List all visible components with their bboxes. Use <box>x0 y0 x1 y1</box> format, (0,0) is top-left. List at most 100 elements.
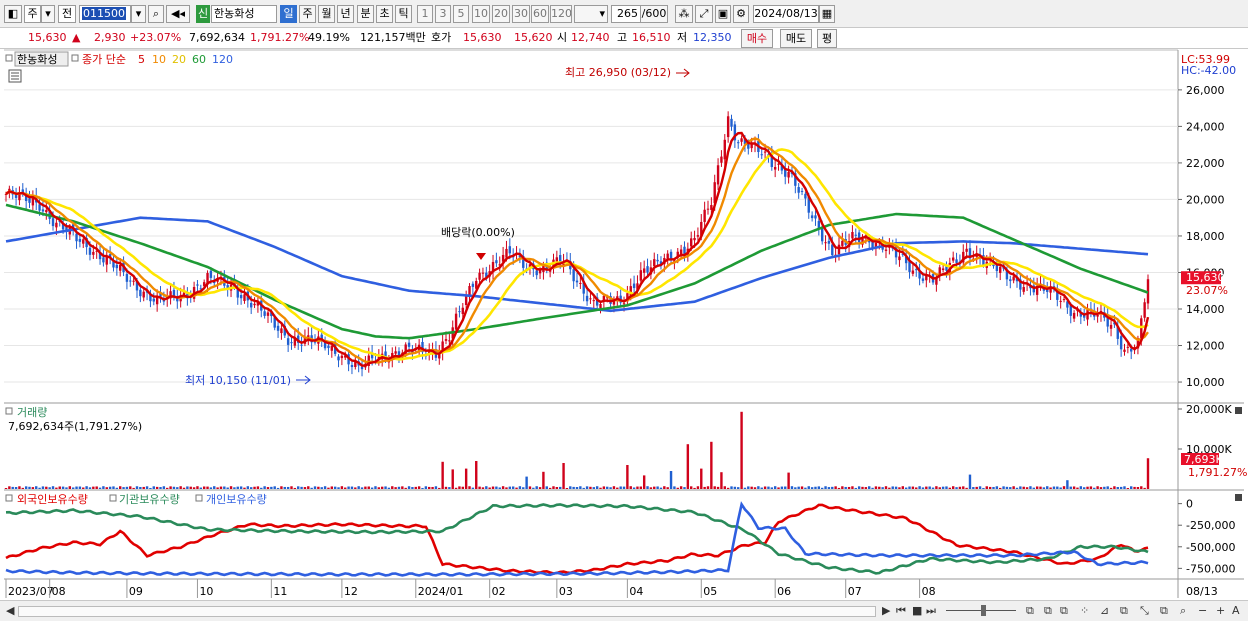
fibonacci-icon[interactable]: ⊿ <box>1100 603 1109 619</box>
zoom-in-icon[interactable]: + <box>1216 603 1225 619</box>
first-page-icon[interactable]: ⏮ <box>896 603 906 619</box>
interval-1[interactable]: 1 <box>417 5 433 23</box>
legend-checkbox[interactable] <box>5 54 13 62</box>
volume-bar <box>1049 487 1052 489</box>
average-button[interactable]: 평 <box>817 29 837 48</box>
interval-120[interactable]: 120 <box>550 5 572 23</box>
volume-bar <box>249 487 253 489</box>
interval-60[interactable]: 60 <box>531 5 549 23</box>
volume-bar <box>690 486 693 489</box>
volume-bar <box>995 486 999 489</box>
period-second[interactable]: 초 <box>376 5 393 23</box>
period-day[interactable]: 일 <box>280 5 297 23</box>
volume-bar <box>538 487 542 489</box>
interval-30[interactable]: 30 <box>512 5 530 23</box>
code-dropdown-icon[interactable]: ▾ <box>131 5 146 23</box>
horizontal-scrollbar[interactable] <box>18 606 876 617</box>
volume-bar <box>988 486 992 489</box>
interval-dropdown[interactable]: ▾ <box>574 5 608 23</box>
ma-legend-prefix: 종가 단순 <box>82 53 126 66</box>
market-select[interactable]: 주 <box>24 5 41 23</box>
scroll-left-icon[interactable]: ◀ <box>6 603 14 619</box>
volume-bar <box>1099 487 1103 489</box>
volume-bar <box>189 486 192 489</box>
volume-bar <box>659 487 663 489</box>
volume-bar <box>491 486 495 489</box>
legend-checkbox[interactable] <box>195 494 203 502</box>
volume-bar <box>626 465 629 489</box>
volume-bar <box>653 486 656 489</box>
zoom-icon[interactable]: ⌕ <box>1180 603 1186 619</box>
panel-close-icon[interactable] <box>1235 407 1242 414</box>
legend-checkbox[interactable] <box>5 407 13 415</box>
interval-10[interactable]: 10 <box>472 5 490 23</box>
search-icon[interactable]: ⌕ <box>148 5 164 23</box>
candle-body <box>471 283 475 287</box>
volume-title: 거래량 <box>17 406 47 419</box>
stop-icon[interactable]: ■ <box>912 603 922 619</box>
legend-checkbox[interactable] <box>109 494 117 502</box>
window-menu-icon[interactable]: ◧ <box>4 5 22 23</box>
count-input[interactable]: 265 <box>611 5 641 23</box>
period-week[interactable]: 주 <box>299 5 316 23</box>
legend-checkbox[interactable] <box>71 54 79 62</box>
volume-bar <box>616 487 619 489</box>
candle-body <box>710 205 713 210</box>
gear-icon[interactable]: ⚙ <box>733 5 749 23</box>
interval-5[interactable]: 5 <box>453 5 469 23</box>
candle-body <box>88 247 92 255</box>
buy-button[interactable]: 매수 <box>741 29 773 48</box>
scroll-right-icon[interactable]: ▶ <box>882 603 890 619</box>
volume-bar <box>424 486 428 489</box>
layout-icon[interactable]: ⧉ <box>1026 603 1034 619</box>
crosshair-icon[interactable]: ⁘ <box>1080 603 1089 619</box>
market-dropdown-icon[interactable]: ▾ <box>41 5 55 23</box>
layout-icon[interactable]: ⧉ <box>1160 603 1168 619</box>
volume-bar <box>102 486 105 489</box>
text-tool-icon[interactable]: A <box>1232 603 1240 619</box>
stock-code-input[interactable]: 011500 <box>79 5 131 23</box>
zoom-slider-handle[interactable] <box>981 605 986 616</box>
date-input[interactable]: 2024/08/13 <box>753 5 819 23</box>
volume-bar <box>871 487 874 489</box>
panel-close-icon[interactable] <box>1235 494 1242 501</box>
candle-body <box>726 116 730 138</box>
save-icon[interactable]: ▣ <box>715 5 731 23</box>
volume-bar <box>14 487 18 489</box>
period-minute[interactable]: 분 <box>357 5 374 23</box>
tools-icon[interactable]: ⁂ <box>675 5 693 23</box>
candle-body <box>747 144 750 149</box>
stock-name-field[interactable]: 한농화성 <box>211 5 277 23</box>
draw-icon[interactable]: ⤢ <box>695 5 713 23</box>
x-tick-label: 06 <box>777 585 791 598</box>
volume-bar <box>595 486 599 489</box>
candle-body <box>407 342 411 347</box>
volume-bar <box>1119 486 1123 489</box>
interval-20[interactable]: 20 <box>492 5 510 23</box>
period-tick[interactable]: 틱 <box>395 5 412 23</box>
trend-icon[interactable]: ⤡ <box>1140 603 1149 619</box>
next-page-icon[interactable]: ⏭ <box>926 603 936 619</box>
zoom-out-icon[interactable]: − <box>1198 603 1207 619</box>
layout-icon[interactable]: ⧉ <box>1044 603 1052 619</box>
ask-price: 15,630 <box>463 31 502 44</box>
candle-body <box>1059 300 1062 302</box>
volume-bar <box>542 471 545 489</box>
candle-body <box>92 251 95 255</box>
period-month[interactable]: 월 <box>318 5 335 23</box>
layout-icon[interactable]: ⧉ <box>1060 603 1068 619</box>
chart-area[interactable]: 26,00024,00022,00020,00018,00016,00014,0… <box>0 49 1248 600</box>
interval-3[interactable]: 3 <box>435 5 451 23</box>
high-label: 고 <box>617 31 628 44</box>
sound-icon[interactable]: ◀◂ <box>166 5 190 23</box>
legend-checkbox[interactable] <box>5 494 13 502</box>
prev-stock-select[interactable]: 전 <box>58 5 76 23</box>
period-year[interactable]: 년 <box>337 5 354 23</box>
layout-icon[interactable]: ⧉ <box>1120 603 1128 619</box>
ma20-legend: 20 <box>172 53 186 66</box>
stock-title: 한농화성 <box>17 53 57 66</box>
volume-bar <box>1116 487 1119 489</box>
calendar-icon[interactable]: ▦ <box>819 5 835 23</box>
sell-button[interactable]: 매도 <box>780 29 812 48</box>
volume-bar <box>763 486 767 489</box>
